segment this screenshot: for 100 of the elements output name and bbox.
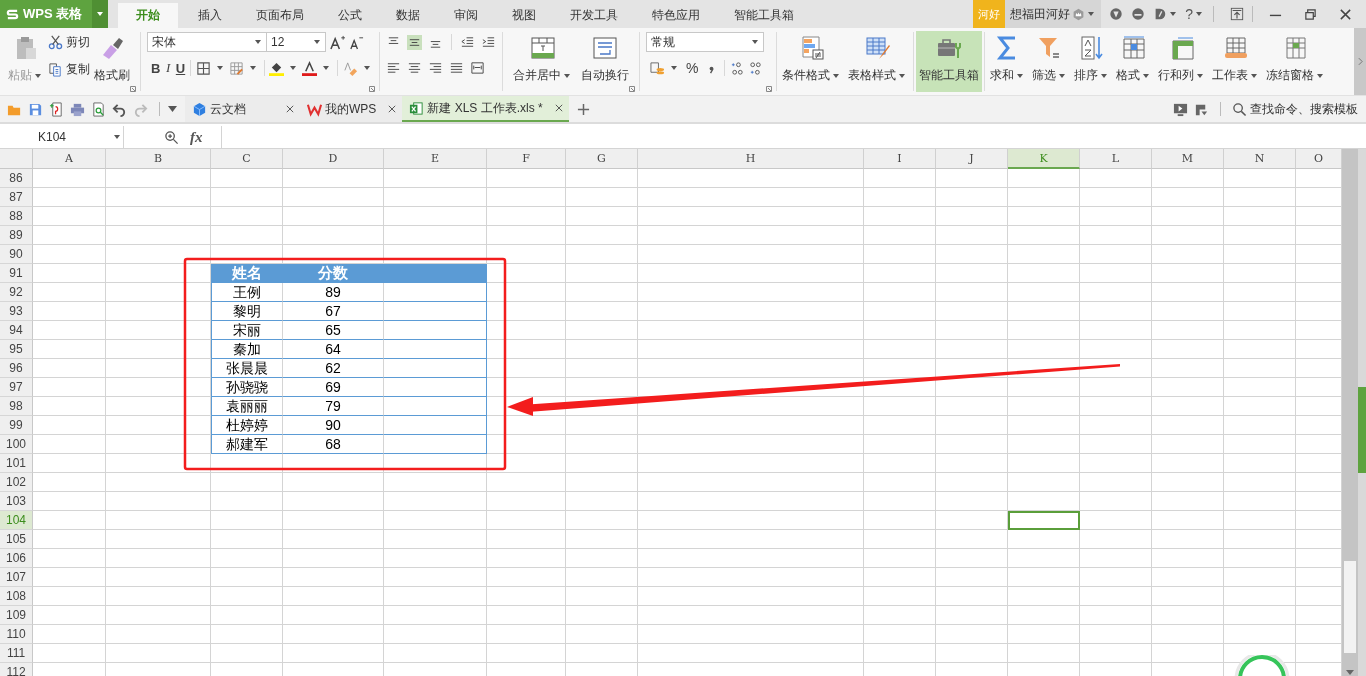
table-cell: 郝建军 bbox=[211, 435, 283, 454]
column-header[interactable]: D bbox=[283, 149, 384, 169]
menu-tab[interactable]: 智能工具箱 bbox=[720, 3, 808, 28]
row-header[interactable]: 110 bbox=[0, 625, 33, 644]
ribbon-button[interactable]: 智能工具箱 bbox=[916, 31, 982, 92]
ribbon-button-label: 求和 bbox=[990, 67, 1026, 84]
ribbon-button[interactable]: 行和列 bbox=[1155, 28, 1209, 95]
ribbon-button[interactable]: 排序 bbox=[1071, 28, 1113, 95]
table-cell: 68 bbox=[283, 435, 384, 454]
document-tab[interactable]: 我的WPS bbox=[300, 96, 403, 122]
user-badge: 河好 bbox=[973, 0, 1006, 28]
row-header[interactable]: 101 bbox=[0, 454, 33, 473]
font-style-button[interactable]: I bbox=[163, 60, 173, 76]
table-cell: 64 bbox=[283, 340, 384, 359]
ribbon-button[interactable]: 格式 bbox=[1113, 28, 1155, 95]
ribbon-button-label: 智能工具箱 bbox=[919, 67, 979, 84]
row-header[interactable]: 111 bbox=[0, 644, 33, 663]
column-header[interactable]: E bbox=[384, 149, 487, 169]
table-cell: 65 bbox=[283, 321, 384, 340]
row-header[interactable]: 92 bbox=[0, 283, 33, 302]
table-cell: 袁丽丽 bbox=[211, 397, 283, 416]
row-header[interactable]: 86 bbox=[0, 169, 33, 188]
row-header[interactable]: 96 bbox=[0, 359, 33, 378]
function-button[interactable]: fx bbox=[190, 128, 203, 146]
column-header[interactable]: L bbox=[1080, 149, 1152, 169]
row-header[interactable]: 105 bbox=[0, 530, 33, 549]
ribbon-button-label: 工作表 bbox=[1212, 67, 1260, 84]
row-header[interactable]: 102 bbox=[0, 473, 33, 492]
row-header[interactable]: 108 bbox=[0, 587, 33, 606]
menu-tab[interactable]: 开始 bbox=[118, 3, 178, 28]
column-header[interactable]: J bbox=[936, 149, 1008, 169]
row-header[interactable]: 89 bbox=[0, 226, 33, 245]
ribbon-button-label: 条件格式 bbox=[782, 67, 842, 84]
font-size-field[interactable]: 12 bbox=[266, 32, 326, 52]
ribbon-button[interactable]: 表格样式 bbox=[845, 28, 911, 95]
menu-tab[interactable]: 审阅 bbox=[440, 3, 492, 28]
table-cell: 67 bbox=[283, 302, 384, 321]
ribbon-button[interactable]: 筛选 bbox=[1029, 28, 1071, 95]
row-header[interactable]: 97 bbox=[0, 378, 33, 397]
copy-button[interactable]: 复制 bbox=[48, 61, 90, 78]
row-header[interactable]: 103 bbox=[0, 492, 33, 511]
menu-tab[interactable]: 视图 bbox=[498, 3, 550, 28]
cut-button[interactable]: 剪切 bbox=[48, 34, 90, 51]
menu-tab[interactable]: 公式 bbox=[324, 3, 376, 28]
name-box[interactable]: K104 bbox=[0, 126, 124, 148]
ribbon-button-label: 冻结窗格 bbox=[1266, 67, 1326, 84]
menu-tab[interactable]: 开发工具 bbox=[556, 3, 632, 28]
column-header[interactable]: H bbox=[638, 149, 864, 169]
search-field[interactable]: 查找命令、搜索模板 bbox=[1229, 100, 1366, 118]
column-header[interactable]: I bbox=[864, 149, 936, 169]
font-style-button[interactable]: B bbox=[151, 60, 161, 76]
ribbon-button-label: 格式 bbox=[1116, 67, 1152, 84]
merge-center-button[interactable]: 合并居中 bbox=[509, 28, 577, 95]
percent-button[interactable]: % bbox=[686, 60, 699, 76]
row-header[interactable]: 107 bbox=[0, 568, 33, 587]
row-header[interactable]: 112 bbox=[0, 663, 33, 676]
menu-tab[interactable]: 特色应用 bbox=[638, 3, 714, 28]
column-header[interactable]: B bbox=[106, 149, 211, 169]
column-header[interactable]: F bbox=[487, 149, 566, 169]
row-header[interactable]: 94 bbox=[0, 321, 33, 340]
row-header[interactable]: 106 bbox=[0, 549, 33, 568]
row-header[interactable]: 98 bbox=[0, 397, 33, 416]
row-header[interactable]: 100 bbox=[0, 435, 33, 454]
document-tab[interactable]: 新建 XLS 工作表.xls * bbox=[402, 96, 569, 122]
format-painter-button[interactable]: 格式刷 bbox=[90, 28, 134, 95]
font-style-button[interactable]: U bbox=[175, 60, 186, 76]
font-name-field[interactable]: 宋体 bbox=[147, 32, 267, 52]
table-cell: 宋丽 bbox=[211, 321, 283, 340]
row-header[interactable]: 93 bbox=[0, 302, 33, 321]
ribbon-button-label: 表格样式 bbox=[848, 67, 908, 84]
row-header[interactable]: 95 bbox=[0, 340, 33, 359]
menu-tab[interactable]: 插入 bbox=[184, 3, 236, 28]
user-menu[interactable]: 想福田河好 bbox=[1005, 0, 1102, 28]
table-cell: 89 bbox=[283, 283, 384, 302]
document-tab[interactable]: 云文档 bbox=[185, 96, 300, 122]
ribbon-button[interactable]: 冻结窗格 bbox=[1263, 28, 1329, 95]
ribbon-button[interactable]: 工作表 bbox=[1209, 28, 1263, 95]
column-header[interactable]: O bbox=[1296, 149, 1342, 169]
row-header[interactable]: 87 bbox=[0, 188, 33, 207]
column-header[interactable]: A bbox=[33, 149, 106, 169]
row-header[interactable]: 109 bbox=[0, 606, 33, 625]
number-format-field[interactable]: 常规 bbox=[646, 32, 764, 52]
menu-tab[interactable]: 页面布局 bbox=[242, 3, 318, 28]
column-header[interactable]: N bbox=[1224, 149, 1296, 169]
row-header[interactable]: 90 bbox=[0, 245, 33, 264]
ribbon-button[interactable]: 条件格式 bbox=[779, 28, 845, 95]
table-cell: 62 bbox=[283, 359, 384, 378]
table-header-cell: 姓名 bbox=[211, 264, 283, 283]
ribbon-button[interactable]: 求和 bbox=[987, 28, 1029, 95]
row-header[interactable]: 88 bbox=[0, 207, 33, 226]
row-header[interactable]: 99 bbox=[0, 416, 33, 435]
column-header[interactable]: G bbox=[566, 149, 638, 169]
ribbon-button-label: 排序 bbox=[1074, 67, 1110, 84]
ribbon-button-label: 筛选 bbox=[1032, 67, 1068, 84]
row-header[interactable]: 91 bbox=[0, 264, 33, 283]
wrap-text-button[interactable]: 自动换行 bbox=[577, 28, 633, 95]
help-button[interactable]: ? bbox=[1185, 0, 1193, 28]
column-header[interactable]: C bbox=[211, 149, 283, 169]
column-header[interactable]: M bbox=[1152, 149, 1224, 169]
menu-tab[interactable]: 数据 bbox=[382, 3, 434, 28]
